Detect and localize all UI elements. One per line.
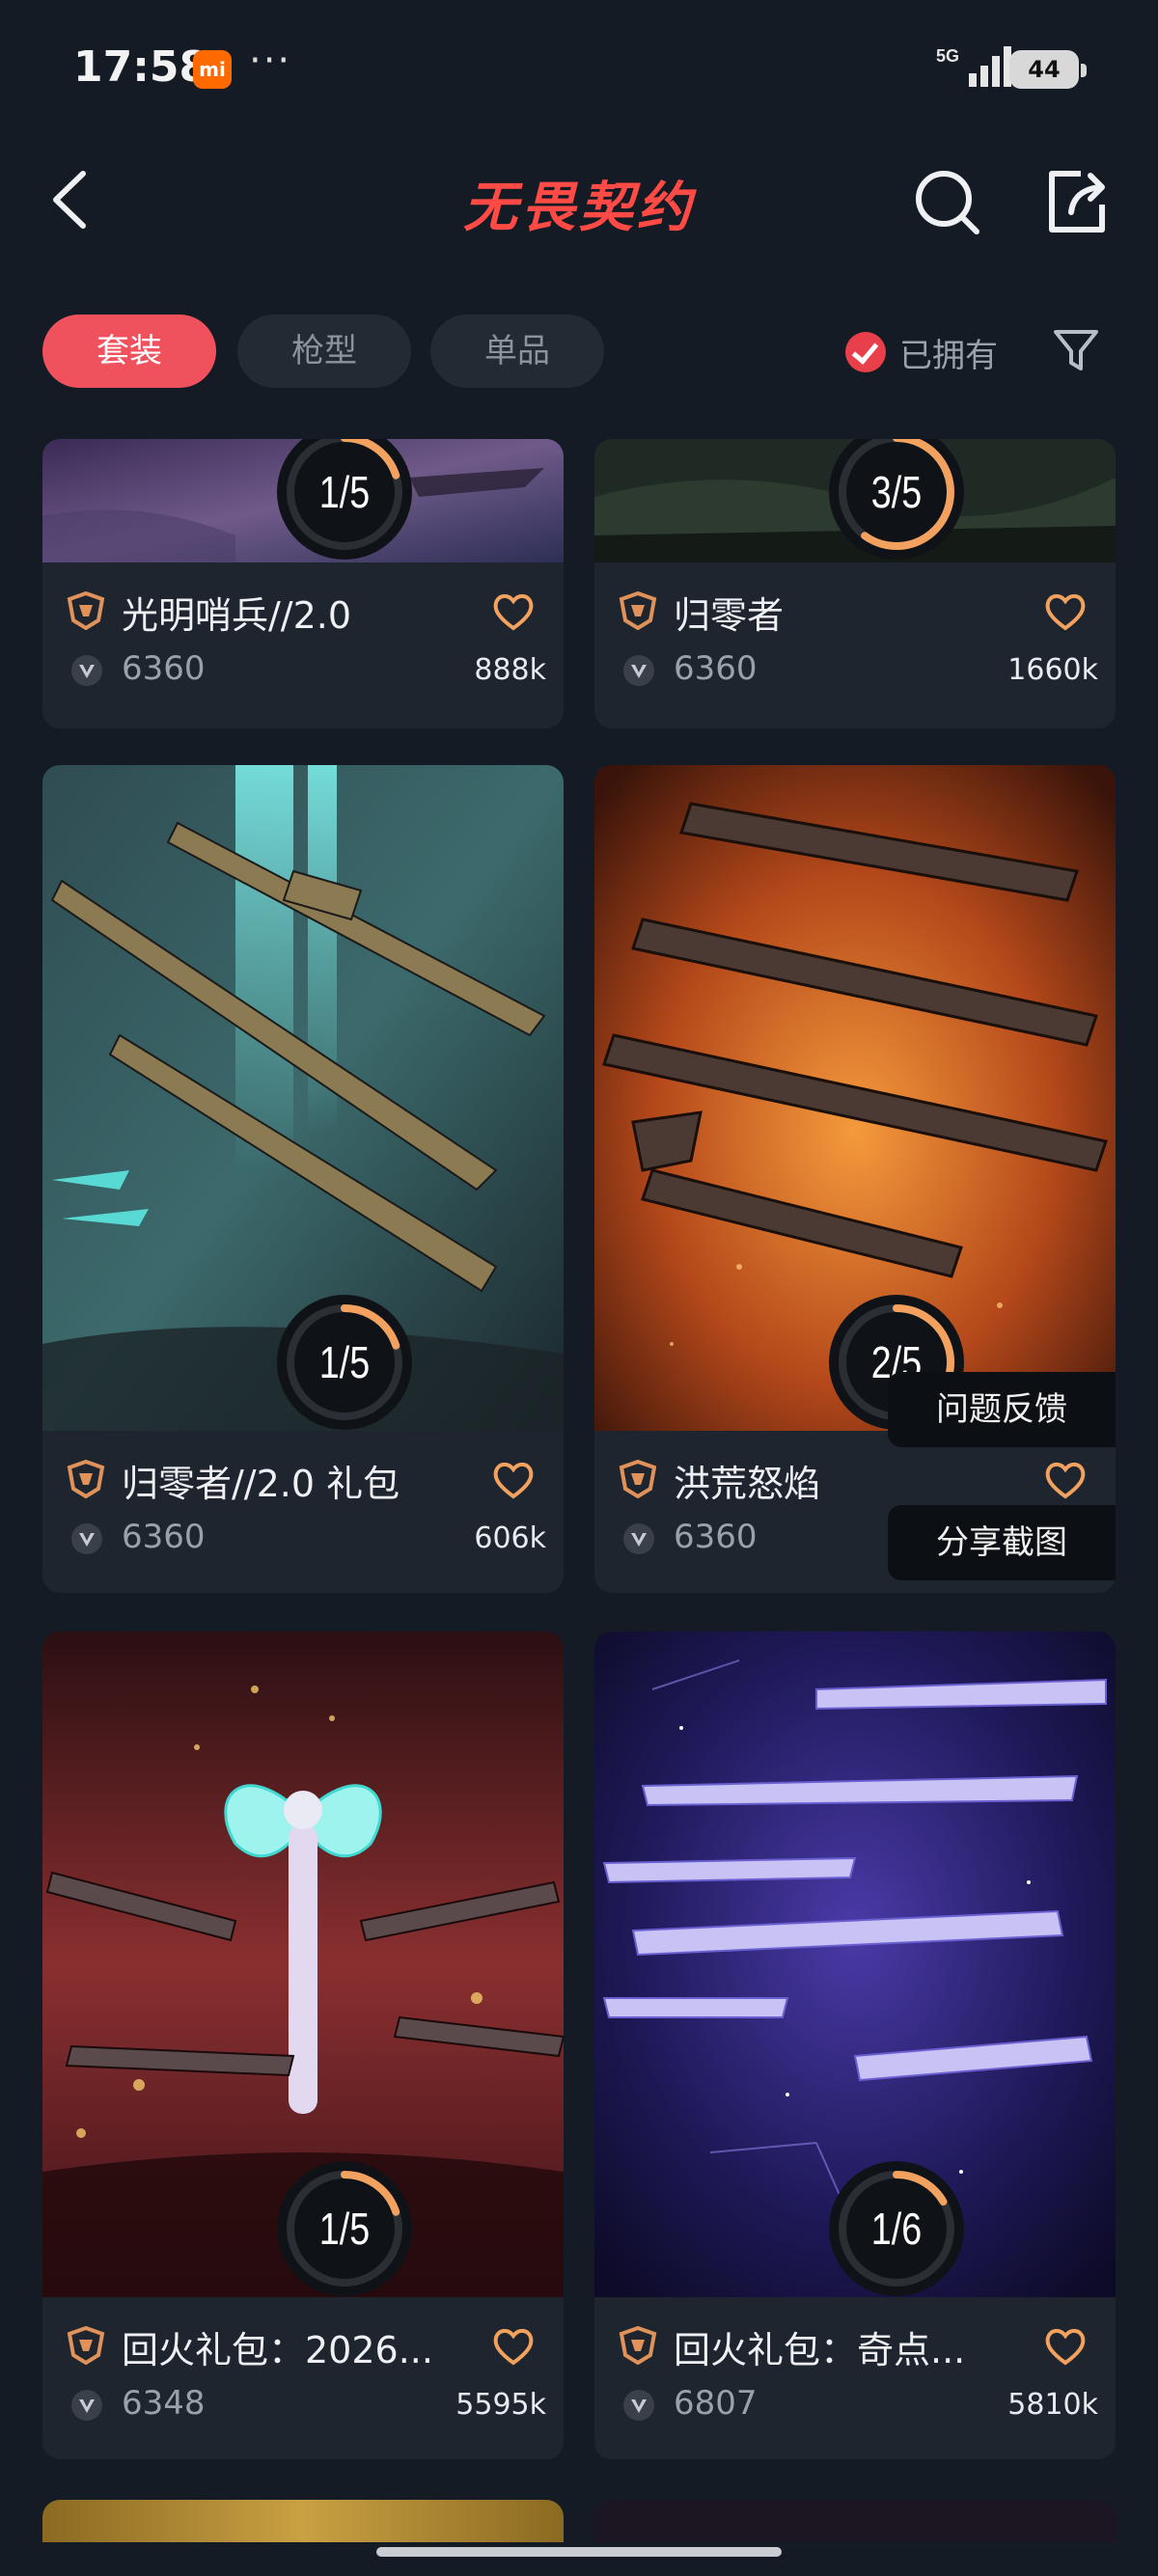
signal-icon: 5G [936,46,1011,87]
bundle-card[interactable]: 1/5 光明哨兵//2.0 6360 888k [42,439,564,728]
more-notifications-icon: ··· [249,39,292,83]
bundle-card[interactable]: 1/6 回火礼包：奇点... 6807 5810k [594,1631,1116,2459]
search-icon[interactable] [909,162,986,239]
filter-bar: 套装 枪型 单品 已拥有 [0,309,1158,396]
favorite-heart-icon[interactable] [1044,1460,1087,1500]
owned-toggle[interactable]: 已拥有 [845,328,998,376]
bundle-price: 6360 [674,1518,758,1556]
bundle-name: 光明哨兵//2.0 [122,594,352,637]
owned-check-icon[interactable] [845,332,886,372]
bundle-card[interactable] [594,2500,1116,2542]
bundle-name: 回火礼包：2026... [122,2329,433,2371]
tab-gun-type[interactable]: 枪型 [237,315,411,388]
card-info: 光明哨兵//2.0 6360 888k [42,562,564,725]
tab-bundle[interactable]: 套装 [42,315,216,388]
bundle-name: 归零者//2.0 礼包 [122,1463,400,1505]
favorite-heart-icon[interactable] [492,1460,535,1500]
bundle-price: 6360 [122,649,206,688]
filter-icon[interactable] [1052,326,1100,374]
vp-currency-icon [71,655,102,686]
tier-icon [619,2326,657,2365]
battery-icon: 44 [1009,50,1087,89]
like-count: 606k [474,1521,546,1555]
tier-icon [619,591,657,630]
favorite-heart-icon[interactable] [492,2326,535,2367]
tab-single-item[interactable]: 单品 [430,315,604,388]
bundle-name: 归零者 [674,594,785,637]
bundle-price: 6348 [122,2384,206,2423]
status-bar: 17:58 mi ··· 5G 44 [0,0,1158,135]
vp-currency-icon [623,2390,654,2421]
status-time: 17:58 [73,42,209,92]
tier-icon [619,1460,657,1498]
vp-currency-icon [623,655,654,686]
owned-label: 已拥有 [899,336,998,375]
bundle-price: 6807 [674,2384,758,2423]
like-count: 5595k [455,2388,546,2422]
favorite-heart-icon[interactable] [1044,2326,1087,2367]
like-count: 5810k [1007,2388,1098,2422]
vp-currency-icon [71,1523,102,1554]
bundle-card[interactable]: 1/5 归零者//2.0 礼包 6360 606k [42,765,564,1593]
favorite-heart-icon[interactable] [1044,591,1087,632]
share-icon[interactable] [1038,162,1116,239]
card-info: 回火礼包：奇点... 6807 5810k [594,2297,1116,2459]
card-info: 回火礼包：2026... 6348 5595k [42,2297,564,2459]
favorite-heart-icon[interactable] [492,591,535,632]
progress-text: 3/5 [870,467,923,517]
mi-notification-icon: mi [193,50,232,89]
tier-icon [67,1460,105,1498]
app-header: 无畏契约 [0,145,1158,260]
progress-text: 1/5 [318,467,371,517]
bundle-card[interactable]: 1/5 回火礼包：2026... 6348 5595k [42,1631,564,2459]
progress-text: 1/5 [318,1337,371,1387]
bundle-card[interactable]: 2/5 洪荒怒焰 6360 0k [594,765,1116,1593]
vp-currency-icon [71,2390,102,2421]
bundle-price: 6360 [122,1518,206,1556]
share-screenshot-button[interactable]: 分享截图 [888,1505,1116,1580]
vp-currency-icon [623,1523,654,1554]
network-type-label: 5G [936,46,959,66]
home-indicator[interactable] [376,2547,782,2557]
bundle-card[interactable]: 3/5 归零者 6360 1660k [594,439,1116,728]
tier-icon [67,2326,105,2365]
bundle-price: 6360 [674,649,758,688]
tier-icon [67,591,105,630]
progress-text: 1/5 [318,2204,371,2254]
card-info: 归零者 6360 1660k [594,562,1116,725]
bundle-name: 回火礼包：奇点... [674,2329,966,2371]
feedback-button[interactable]: 问题反馈 [888,1372,1116,1447]
like-count: 888k [474,653,546,687]
like-count: 1660k [1007,653,1098,687]
bundle-name: 洪荒怒焰 [674,1463,821,1505]
bundle-grid: 1/5 光明哨兵//2.0 6360 888k 3/5 归零者 6360 166… [0,439,1158,2542]
card-info: 归零者//2.0 礼包 6360 606k [42,1431,564,1593]
bundle-card[interactable] [42,2500,564,2542]
progress-text: 1/6 [870,2204,923,2254]
